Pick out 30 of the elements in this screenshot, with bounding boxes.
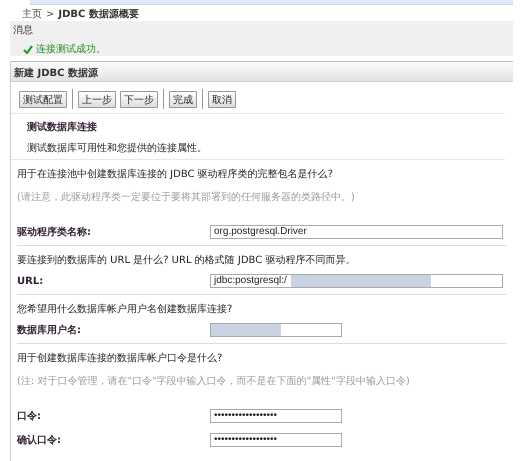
toolbar-button[interactable]: 测试配置: [19, 90, 67, 108]
input-field[interactable]: [210, 323, 342, 337]
field-label: 数据库用户名:: [17, 323, 82, 337]
question-text: 用于在连接池中创建数据库连接的 JDBC 驱动程序类的完整包名是什么?: [17, 168, 334, 181]
field-label: 驱动程序类名称:: [17, 225, 92, 239]
input-field[interactable]: org.postgresql.Driver: [210, 225, 503, 239]
hint-text: (请注意，此驱动程序类一定要位于要将其部署到的任何服务器的类路径中。): [17, 190, 356, 205]
current-page: JDBC 数据源概要: [58, 8, 139, 21]
panel-header: 新建 JDBC 数据源: [11, 62, 513, 82]
question-text: 要连接到的数据库的 URL 是什么? URL 的格式随 JDBC 驱动程序不同而异。: [17, 254, 356, 267]
breadcrumb-separator: >: [46, 8, 54, 20]
question-text: 用于创建数据库连接的数据库帐户口令是什么?: [17, 352, 224, 365]
toolbar-button[interactable]: 下一步: [120, 90, 158, 108]
question-text: 您希望用什么数据库帐户用户名创建数据库连接?: [17, 302, 234, 316]
hint-text: (注: 对于口令管理，请在"口令"字段中输入口令，而不是在下面的"属性"字段中输入口令): [17, 374, 411, 389]
toolbar-button[interactable]: 取消: [208, 90, 236, 108]
field-label: URL:: [17, 276, 44, 286]
checkmark-icon: [23, 44, 33, 54]
field-label: 确认口令:: [17, 434, 62, 447]
step-description: 测试数据库可用性和您提供的连接属性。: [27, 143, 207, 154]
step-title: 测试数据库连接: [27, 120, 98, 134]
input-field[interactable]: jdbc:postgresql:/: [210, 274, 503, 288]
toolbar-button[interactable]: 上一步: [78, 90, 116, 108]
input-field[interactable]: ••••••••••••••••••: [210, 409, 342, 423]
home-link[interactable]: 主页: [22, 7, 42, 21]
field-label: 口令:: [17, 410, 42, 423]
messages-title: 消息: [13, 24, 34, 37]
input-field[interactable]: ••••••••••••••••••: [210, 433, 342, 447]
success-message: 连接测试成功。: [36, 42, 106, 56]
toolbar-button[interactable]: 完成: [169, 90, 197, 108]
